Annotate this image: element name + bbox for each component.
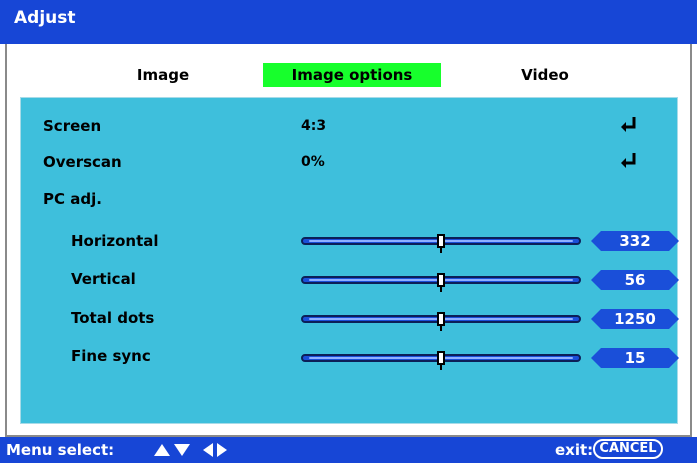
overscan-label[interactable]: Overscan (43, 153, 122, 171)
screen-label[interactable]: Screen (43, 117, 101, 135)
overscan-value: 0% (301, 154, 325, 170)
tab-image[interactable]: Image (118, 63, 208, 87)
adjust-menu-window: Adjust Image Image options Video Screen … (0, 0, 697, 463)
fine-sync-label[interactable]: Fine sync (71, 347, 151, 365)
slider-center-tick (440, 326, 442, 331)
status-bar: Menu select: exit: CANCEL (0, 437, 697, 463)
enter-icon[interactable] (620, 152, 638, 168)
menu-select-label: Menu select: (6, 441, 115, 459)
fine-sync-value-badge: 15 (591, 348, 679, 368)
slider-center-tick (440, 287, 442, 292)
vertical-label[interactable]: Vertical (71, 270, 136, 288)
total-dots-label[interactable]: Total dots (71, 309, 154, 327)
horizontal-label[interactable]: Horizontal (71, 232, 159, 250)
vertical-value: 56 (624, 271, 646, 289)
tab-image-options[interactable]: Image options (263, 63, 441, 87)
horizontal-value: 332 (619, 232, 651, 250)
total-dots-slider-thumb[interactable] (437, 312, 445, 326)
settings-panel (20, 97, 678, 424)
cancel-key-icon[interactable]: CANCEL (593, 439, 663, 459)
vertical-slider-thumb[interactable] (437, 273, 445, 287)
vertical-value-badge: 56 (591, 270, 679, 290)
pc-adj-label: PC adj. (43, 190, 102, 208)
total-dots-value-badge: 1250 (591, 309, 679, 329)
tab-video[interactable]: Video (510, 63, 580, 87)
exit-label: exit: (555, 441, 594, 459)
total-dots-value: 1250 (614, 310, 656, 328)
horizontal-slider-thumb[interactable] (437, 234, 445, 248)
menu-title: Adjust (14, 8, 76, 28)
fine-sync-value: 15 (624, 349, 646, 367)
screen-value: 4:3 (301, 118, 327, 134)
title-bar: Adjust (0, 0, 697, 44)
slider-center-tick (440, 248, 442, 253)
enter-icon[interactable] (620, 116, 638, 132)
fine-sync-slider-thumb[interactable] (437, 351, 445, 365)
horizontal-value-badge: 332 (591, 231, 679, 251)
slider-center-tick (440, 365, 442, 370)
navigation-arrows-icon (154, 443, 227, 457)
